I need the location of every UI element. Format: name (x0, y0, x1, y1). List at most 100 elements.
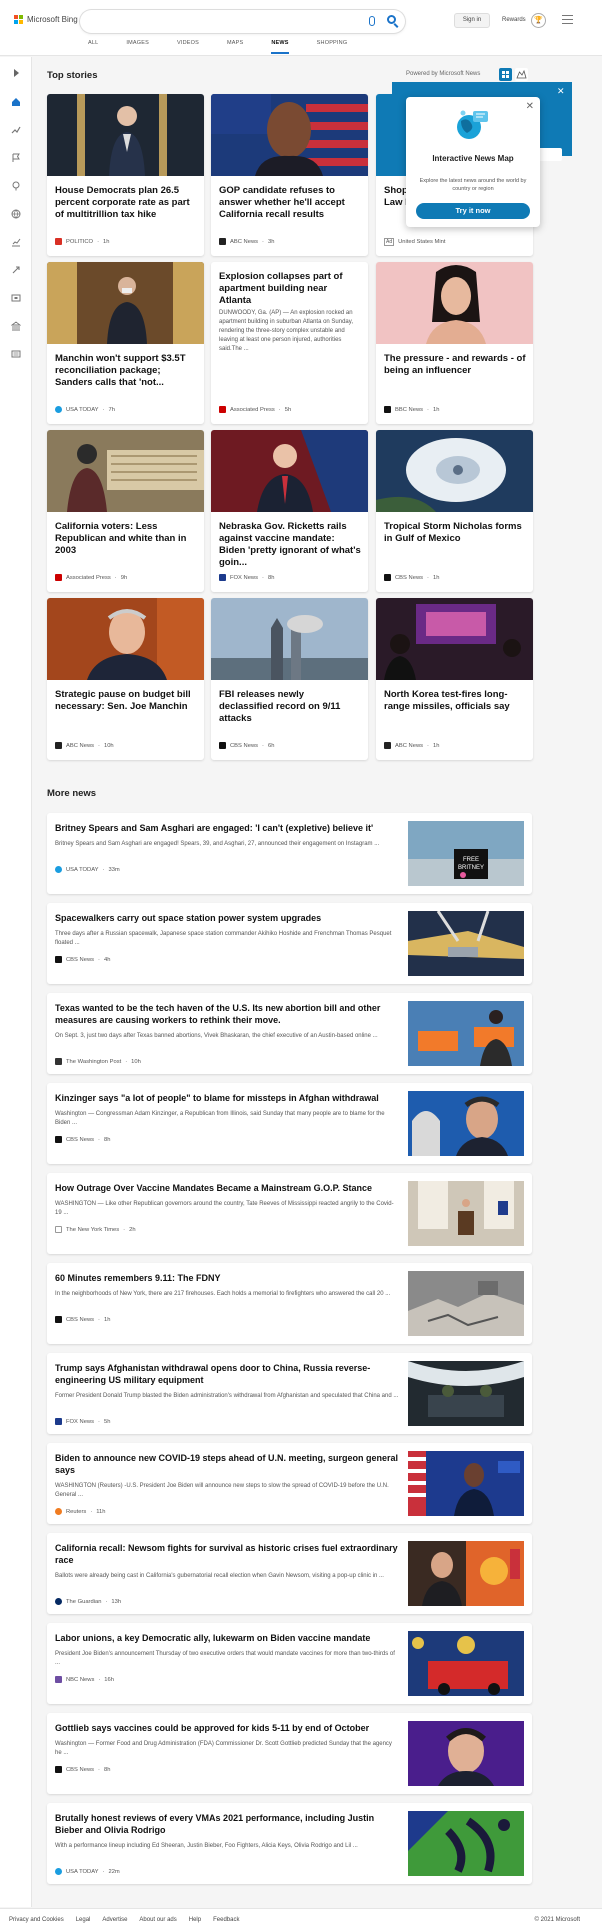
top-story-card[interactable]: Nebraska Gov. Ricketts rails against vac… (211, 430, 368, 592)
news-title: Kinzinger says "a lot of people" to blam… (55, 1093, 379, 1103)
top-story-card[interactable]: California voters: Less Republican and w… (47, 430, 204, 592)
news-list-item[interactable]: California recall: Newsom fights for sur… (47, 1533, 532, 1614)
grid-view-icon[interactable] (499, 68, 512, 81)
story-title: Explosion collapses part of apartment bu… (219, 271, 343, 306)
news-image (408, 1001, 524, 1066)
top-story-card[interactable]: House Democrats plan 26.5 percent corpor… (47, 94, 204, 256)
story-image (376, 262, 533, 344)
tab-videos[interactable]: VIDEOS (177, 38, 199, 54)
category-sidebar (0, 57, 32, 1907)
top-story-card[interactable]: The pressure - and rewards - of being an… (376, 262, 533, 424)
news-source: CBS News · 8h (55, 1766, 110, 1773)
top-story-card[interactable]: GOP candidate refuses to answer whether … (211, 94, 368, 256)
news-list-item[interactable]: Labor unions, a key Democratic ally, luk… (47, 1623, 532, 1704)
search-input[interactable] (80, 10, 405, 33)
top-story-card[interactable]: Strategic pause on budget bill necessary… (47, 598, 204, 760)
bing-logo[interactable]: Microsoft Bing (14, 15, 78, 24)
copyright-text: © 2021 Microsoft (534, 1917, 580, 1923)
politics-building-icon[interactable] (11, 321, 21, 331)
tab-news[interactable]: NEWS (271, 38, 289, 54)
microphone-icon[interactable] (369, 16, 375, 26)
cbs-news-icon (55, 1766, 62, 1773)
location-pin-icon[interactable] (11, 181, 21, 191)
ap-icon (219, 406, 226, 413)
ap-icon (55, 574, 62, 581)
news-list-item[interactable]: Texas wanted to be the tech haven of the… (47, 993, 532, 1074)
news-title: Trump says Afghanistan withdrawal opens … (55, 1363, 371, 1385)
footer-links: Privacy and Cookies Legal Advertise Abou… (9, 1917, 239, 1923)
news-description: In the neighborhoods of New York, there … (55, 1291, 391, 1297)
news-description: Washington — Former Food and Drug Admini… (55, 1741, 392, 1756)
rocket-icon[interactable] (11, 265, 21, 275)
story-image (47, 94, 204, 176)
globe-icon[interactable] (11, 209, 21, 219)
story-image (376, 430, 533, 512)
sign-in-button[interactable]: Sign in (454, 13, 490, 28)
expand-arrow-icon[interactable] (14, 69, 19, 77)
story-source: CBS News · 1h (384, 574, 439, 581)
story-title: FBI releases newly declassified record o… (219, 689, 341, 724)
tab-images[interactable]: IMAGES (126, 38, 149, 54)
tab-shopping[interactable]: SHOPPING (317, 38, 348, 54)
top-story-card[interactable]: Manchin won't support $3.5T reconciliati… (47, 262, 204, 424)
story-title: The pressure - and rewards - of being an… (384, 353, 526, 376)
reuters-icon (55, 1508, 62, 1515)
news-list-item[interactable]: Britney Spears and Sam Asghari are engag… (47, 813, 532, 894)
flag-icon[interactable] (11, 153, 21, 163)
top-story-card[interactable]: North Korea test-fires long-range missil… (376, 598, 533, 760)
footer-link-legal[interactable]: Legal (76, 1917, 91, 1923)
tab-all[interactable]: ALL (88, 38, 98, 54)
news-list-item[interactable]: 60 Minutes remembers 9.11: The FDNY In t… (47, 1263, 532, 1344)
news-image (408, 1361, 524, 1426)
tab-maps[interactable]: MAPS (227, 38, 243, 54)
cbs-news-icon (55, 1316, 62, 1323)
top-story-card[interactable]: Tropical Storm Nicholas forms in Gulf of… (376, 430, 533, 592)
close-icon[interactable]: ✕ (526, 101, 534, 112)
svg-text:BRITNEY: BRITNEY (458, 865, 484, 871)
menu-icon[interactable] (562, 15, 573, 24)
footer-link-help[interactable]: Help (189, 1917, 201, 1923)
footer-link-feedback[interactable]: Feedback (213, 1917, 239, 1923)
top-story-card[interactable]: FBI releases newly declassified record o… (211, 598, 368, 760)
footer-link-about-ads[interactable]: About our ads (139, 1917, 176, 1923)
news-description: With a performance lineup including Ed S… (55, 1843, 358, 1849)
entertainment-icon[interactable] (11, 293, 21, 303)
cbs-news-icon (384, 574, 391, 581)
top-story-card[interactable]: Explosion collapses part of apartment bu… (211, 262, 368, 424)
story-image (47, 430, 204, 512)
map-view-icon[interactable] (515, 68, 528, 81)
home-icon[interactable] (11, 97, 21, 107)
fox-news-icon (55, 1418, 62, 1425)
trophy-icon[interactable]: 🏆 (531, 13, 546, 28)
banner-close-icon[interactable]: ✕ (557, 86, 565, 97)
news-list-item[interactable]: Biden to announce new COVID-19 steps ahe… (47, 1443, 532, 1524)
story-source: POLITICO · 1h (55, 238, 109, 245)
cbs-news-icon (55, 956, 62, 963)
try-it-now-button[interactable]: Try it now (416, 203, 530, 219)
abc-news-icon (55, 742, 62, 749)
search-icon[interactable] (387, 15, 396, 24)
footer-link-advertise[interactable]: Advertise (102, 1917, 127, 1923)
newspaper-icon[interactable] (11, 349, 21, 359)
story-title: Tropical Storm Nicholas forms in Gulf of… (384, 521, 522, 544)
news-list-item[interactable]: Kinzinger says "a lot of people" to blam… (47, 1083, 532, 1164)
business-chart-icon[interactable] (11, 237, 21, 247)
story-source: ABC News · 10h (55, 742, 114, 749)
footer-link-privacy[interactable]: Privacy and Cookies (9, 1917, 64, 1923)
news-source: CBS News · 8h (55, 1136, 110, 1143)
news-list-item[interactable]: Trump says Afghanistan withdrawal opens … (47, 1353, 532, 1434)
news-list-item[interactable]: Brutally honest reviews of every VMAs 20… (47, 1803, 532, 1884)
news-source: The New York Times · 2h (55, 1226, 136, 1233)
news-source: Reuters · 11h (55, 1508, 106, 1515)
trending-icon[interactable] (11, 125, 21, 135)
news-list-item[interactable]: How Outrage Over Vaccine Mandates Became… (47, 1173, 532, 1254)
cbs-news-icon (219, 742, 226, 749)
news-map-popover: ✕ Interactive News Map Explore the lates… (406, 97, 540, 227)
rewards-link[interactable]: Rewards (502, 17, 526, 23)
news-list-item[interactable]: Gottlieb says vaccines could be approved… (47, 1713, 532, 1794)
news-image (408, 1181, 524, 1246)
usa-today-icon (55, 406, 62, 413)
news-list-item[interactable]: Spacewalkers carry out space station pow… (47, 903, 532, 984)
story-source: ABC News · 3h (219, 238, 274, 245)
svg-text:FREE: FREE (463, 857, 479, 863)
